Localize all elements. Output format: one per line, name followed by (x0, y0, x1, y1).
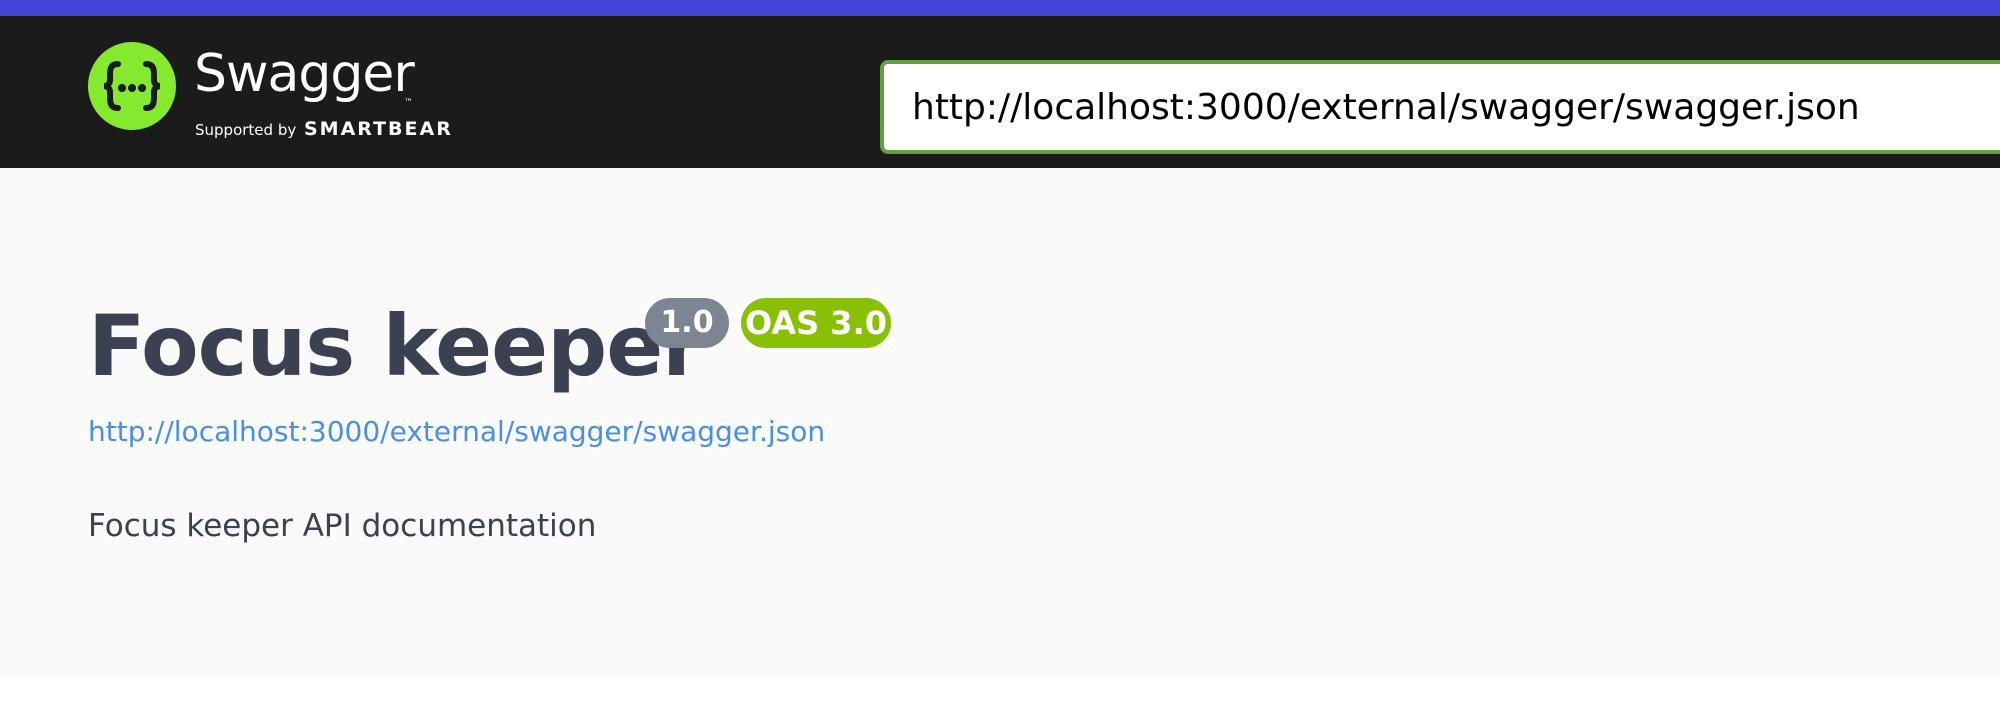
supported-by-label: Supported by (195, 121, 297, 139)
page-bottom (0, 678, 2000, 702)
smartbear-wordmark: SMARTBEAR (304, 118, 453, 140)
swagger-logo-icon (88, 42, 176, 130)
swagger-wordmark: Swagger (194, 44, 415, 104)
oas-version-badge: OAS 3.0 (741, 298, 891, 348)
api-title: Focus keeper (88, 297, 704, 395)
spec-url-link[interactable]: http://localhost:3000/external/swagger/s… (88, 412, 825, 452)
top-accent-stripe (0, 0, 2000, 16)
swagger-logo[interactable]: Swagger ™ Supported by SMARTBEAR (88, 40, 468, 160)
api-info-section: Focus keeper 1.0 OAS 3.0 http://localhos… (0, 168, 2000, 678)
topbar: Swagger ™ Supported by SMARTBEAR (0, 16, 2000, 168)
trademark-symbol: ™ (404, 98, 413, 108)
spec-url-input[interactable] (880, 60, 2000, 154)
version-badge: 1.0 (645, 298, 729, 348)
api-description: Focus keeper API documentation (88, 508, 597, 544)
